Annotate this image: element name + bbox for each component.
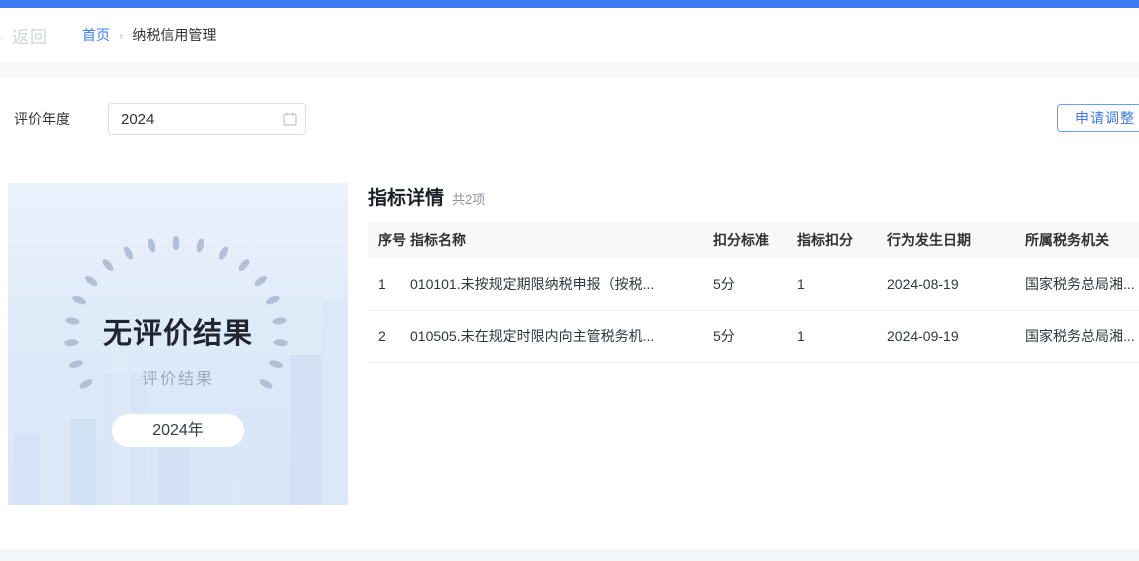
cell-indicator-name: 010101.未按规定期限纳税申报（按税... [410,258,713,310]
cell-seq: 1 [368,258,410,310]
col-header-deduction: 指标扣分 [797,222,887,258]
breadcrumb: 首页 › 纳税信用管理 [82,25,216,45]
section-title: 指标详情 [368,183,444,210]
evaluation-result-caption: 评价结果 [8,365,348,389]
evaluation-result-text: 无评价结果 [8,310,348,352]
year-input[interactable] [108,103,306,135]
indicator-title-row: 指标详情 共2项 [368,183,1139,208]
cell-deduction: 1 [797,258,887,310]
year-filter-label: 评价年度 [14,109,76,129]
cell-seq: 2 [368,310,410,362]
table-row: 2 010505.未在规定时限内向主管税务机... 5分 1 2024-09-1… [368,310,1139,362]
cell-deduction-standard: 5分 [713,258,797,310]
year-badge: 2024年 [112,414,244,447]
cell-date: 2024-08-19 [887,258,1025,310]
cell-deduction-standard: 5分 [713,310,797,362]
col-header-name: 指标名称 [410,222,713,258]
section-divider-strip [0,62,1139,78]
back-label: 返回 [12,23,48,48]
col-header-seq: 序号 [368,222,410,258]
breadcrumb-current: 纳税信用管理 [132,25,216,45]
top-accent-bar [0,0,1139,8]
cell-authority: 国家税务总局湘... [1025,258,1139,310]
breadcrumb-home-link[interactable]: 首页 [82,25,110,45]
col-header-deduction-standard: 扣分标准 [713,222,797,258]
year-picker[interactable] [108,103,306,135]
arrow-left-icon: ← [0,27,6,44]
indicator-detail-section: 指标详情 共2项 序号 指标名称 扣分标准 指标扣分 行为发生日期 所属税务机关… [368,183,1139,363]
cell-authority: 国家税务总局湘... [1025,310,1139,362]
table-row: 1 010101.未按规定期限纳税申报（按税... 5分 1 2024-08-1… [368,258,1139,310]
col-header-date: 行为发生日期 [887,222,1025,258]
col-header-authority: 所属税务机关 [1025,222,1139,258]
breadcrumb-bar: ← 返回 首页 › 纳税信用管理 [0,8,1139,62]
table-header-row: 序号 指标名称 扣分标准 指标扣分 行为发生日期 所属税务机关 [368,222,1139,258]
indicator-table: 序号 指标名称 扣分标准 指标扣分 行为发生日期 所属税务机关 1 010101… [368,222,1139,363]
footer-strip [0,549,1139,561]
item-count-badge: 共2项 [452,189,485,208]
evaluation-result-card: 无评价结果 评价结果 2024年 [8,183,348,505]
breadcrumb-separator-icon: › [119,28,123,43]
cell-indicator-name: 010505.未在规定时限内向主管税务机... [410,310,713,362]
apply-adjustment-button[interactable]: 申请调整 [1057,104,1139,132]
cell-deduction: 1 [797,310,887,362]
back-button[interactable]: ← 返回 [0,23,48,48]
filter-row: 评价年度 申请调整 [0,103,1139,135]
cell-date: 2024-09-19 [887,310,1025,362]
